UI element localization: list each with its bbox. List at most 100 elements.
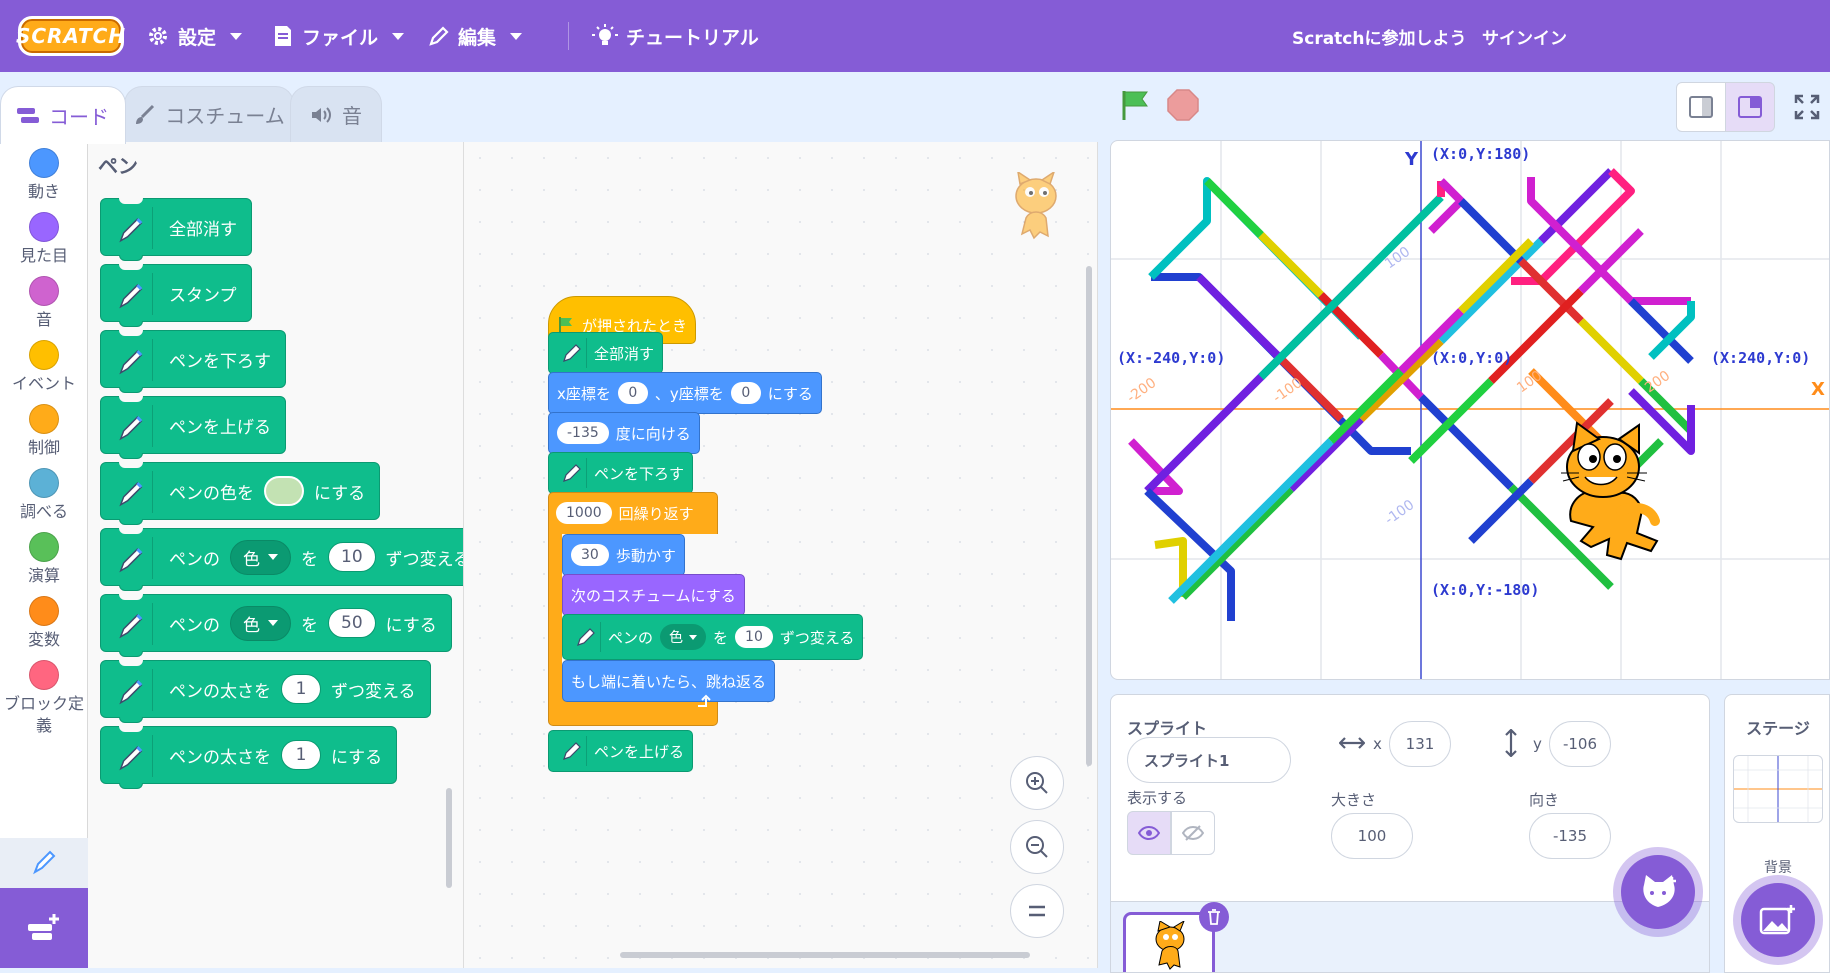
- tutorial-label: チュートリアル: [626, 26, 759, 49]
- tab-code[interactable]: コード: [0, 86, 126, 144]
- signin-link[interactable]: サインイン: [1482, 0, 1567, 72]
- y-input[interactable]: -106: [1549, 721, 1611, 767]
- value-input[interactable]: 1: [281, 674, 321, 704]
- value-input[interactable]: 10: [735, 626, 773, 648]
- size-input[interactable]: 100: [1331, 813, 1413, 859]
- stage-thumbnail[interactable]: [1733, 755, 1823, 823]
- zoom-reset-button[interactable]: [1010, 884, 1064, 938]
- tutorial-menu[interactable]: チュートリアル: [592, 0, 759, 72]
- x-input[interactable]: 0: [617, 382, 648, 404]
- delete-sprite-button[interactable]: [1199, 902, 1229, 932]
- pen-icon: [119, 669, 153, 711]
- category-sensing[interactable]: 調べる: [0, 468, 88, 523]
- x-input[interactable]: 131: [1389, 721, 1451, 767]
- param-dropdown[interactable]: 色: [230, 605, 291, 641]
- script-vertical-scrollbar[interactable]: [1086, 266, 1092, 766]
- block-change-pen-size[interactable]: ペンの太さを 1 ずつ変える: [100, 660, 431, 723]
- script-block-bounce[interactable]: もし端に着いたら、跳ね返る: [562, 660, 776, 702]
- category-pen[interactable]: [0, 838, 88, 888]
- block-clear[interactable]: 全部消す: [100, 198, 252, 261]
- settings-menu[interactable]: 設定: [146, 0, 243, 72]
- y-label: y: [1533, 735, 1542, 753]
- param-dropdown-value: 色: [243, 549, 260, 570]
- script-block-clear[interactable]: 全部消す: [548, 332, 664, 374]
- block-notch: [119, 594, 143, 600]
- category-motion[interactable]: 動き: [0, 148, 88, 203]
- sprite-cat[interactable]: [1561, 421, 1660, 561]
- value-input[interactable]: 10: [328, 542, 376, 572]
- block-pen-down[interactable]: ペンを下ろす: [100, 330, 286, 393]
- block-set-pen-color[interactable]: ペンの色を にする: [100, 462, 381, 525]
- script-block-pen-up[interactable]: ペンを上げる: [548, 730, 694, 772]
- block-pen-up[interactable]: ペンを上げる: [100, 396, 286, 459]
- add-extension-button[interactable]: [0, 888, 88, 968]
- menu-divider: [568, 22, 569, 50]
- category-events[interactable]: イベント: [0, 340, 88, 395]
- block-set-pen-size[interactable]: ペンの太さを 1 にする: [100, 726, 398, 789]
- green-flag-icon[interactable]: [1118, 88, 1152, 122]
- add-backdrop-button[interactable]: [1741, 883, 1815, 957]
- palette-scrollbar[interactable]: [446, 788, 452, 888]
- script-horizontal-scrollbar[interactable]: [620, 952, 1030, 958]
- script-block-goto-xy[interactable]: x座標を 0 、y座標を 0 にする: [548, 372, 822, 414]
- script-block-point-direction[interactable]: -135 度に向ける: [548, 412, 700, 454]
- param-dropdown-value: 色: [669, 630, 684, 646]
- script-block-pen-down[interactable]: ペンを下ろす: [548, 452, 694, 494]
- direction-input[interactable]: -135: [1529, 813, 1611, 859]
- chevron-down-icon: [392, 32, 405, 40]
- block-notch: [119, 462, 143, 468]
- sprite-name-input[interactable]: スプライト1: [1127, 737, 1291, 783]
- add-extension-icon: [28, 914, 59, 940]
- value-input[interactable]: 1: [281, 740, 321, 770]
- stage-canvas[interactable]: (X:0,Y:180) (X:0,Y:-180) (X:-240,Y:0) (X…: [1110, 140, 1830, 680]
- script-block-next-costume[interactable]: 次のコスチュームにする: [562, 574, 745, 616]
- join-scratch-link[interactable]: Scratchに参加しよう: [1292, 0, 1466, 72]
- label-bottom: (X:0,Y:-180): [1431, 581, 1539, 599]
- edit-menu[interactable]: 編集: [428, 0, 523, 72]
- scratch-logo[interactable]: SCRATCH: [16, 16, 125, 56]
- block-stamp[interactable]: スタンプ: [100, 264, 252, 327]
- param-dropdown[interactable]: 色: [230, 539, 291, 575]
- repeat-count-input[interactable]: 1000: [556, 502, 612, 524]
- tab-costumes[interactable]: コスチューム: [124, 86, 294, 142]
- pen-icon: [119, 405, 153, 447]
- color-picker[interactable]: [264, 476, 304, 506]
- block-change-pen-param[interactable]: ペンの 色 を 10 ずつ変える: [100, 528, 463, 591]
- show-sprite-button[interactable]: [1127, 811, 1171, 855]
- steps-input[interactable]: 30: [571, 544, 609, 566]
- category-looks[interactable]: 見た目: [0, 212, 88, 267]
- direction-input[interactable]: -135: [557, 422, 609, 444]
- script-area[interactable]: が押されたとき 全部消す x座標を 0 、y座標を 0 にする -135 度に向…: [464, 142, 1098, 968]
- category-label: 音: [35, 310, 52, 329]
- value-input[interactable]: 50: [328, 608, 376, 638]
- edit-label: 編集: [458, 26, 497, 49]
- tab-sounds-label: 音: [342, 104, 362, 128]
- file-menu[interactable]: ファイル: [272, 0, 405, 72]
- block-label: 度に向ける: [615, 424, 691, 443]
- script-block-change-pen-color[interactable]: ペンの 色 を 10 ずつ変える: [562, 614, 864, 660]
- category-control[interactable]: 制御: [0, 404, 88, 459]
- normal-stage-button[interactable]: [1725, 82, 1775, 132]
- block-notch: [119, 660, 143, 666]
- hide-sprite-button[interactable]: [1171, 811, 1215, 855]
- param-dropdown[interactable]: 色: [660, 624, 707, 650]
- file-label: ファイル: [302, 26, 379, 49]
- y-input[interactable]: 0: [730, 382, 761, 404]
- tab-sounds[interactable]: 音: [290, 86, 382, 142]
- zoom-in-button[interactable]: [1010, 756, 1064, 810]
- small-stage-button[interactable]: [1676, 82, 1726, 132]
- zoom-out-button[interactable]: [1010, 820, 1064, 874]
- category-my-blocks[interactable]: ブロック定義: [0, 660, 88, 738]
- category-sound[interactable]: 音: [0, 276, 88, 331]
- script-block-move[interactable]: 30 歩動かす: [562, 534, 685, 576]
- add-sprite-button[interactable]: [1621, 855, 1695, 929]
- fullscreen-button[interactable]: [1782, 82, 1830, 132]
- normal-stage-icon: [1738, 96, 1762, 118]
- category-operators[interactable]: 演算: [0, 532, 88, 587]
- block-palette: ペン 全部消す スタンプ ペンを下ろす ペンを上げる ペンの色を にする ペンの: [88, 142, 464, 968]
- tick-x-neg200: -200: [1124, 375, 1159, 406]
- stop-icon[interactable]: [1166, 88, 1200, 122]
- category-variables[interactable]: 変数: [0, 596, 88, 651]
- block-tab: [119, 255, 143, 261]
- block-set-pen-param[interactable]: ペンの 色 を 50 にする: [100, 594, 452, 657]
